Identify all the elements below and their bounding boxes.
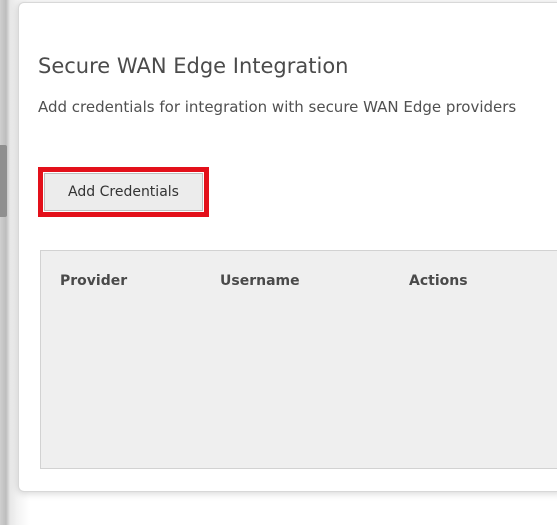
column-header-username: Username bbox=[220, 273, 300, 289]
column-header-actions: Actions bbox=[409, 273, 468, 289]
card-title: Secure WAN Edge Integration bbox=[38, 54, 349, 79]
card-description: Add credentials for integration with sec… bbox=[38, 98, 517, 116]
add-credentials-button[interactable]: Add Credentials bbox=[44, 173, 203, 211]
credentials-table: Provider Username Actions bbox=[40, 250, 557, 469]
column-header-provider: Provider bbox=[60, 273, 128, 289]
collapsed-side-panel[interactable] bbox=[0, 145, 7, 217]
